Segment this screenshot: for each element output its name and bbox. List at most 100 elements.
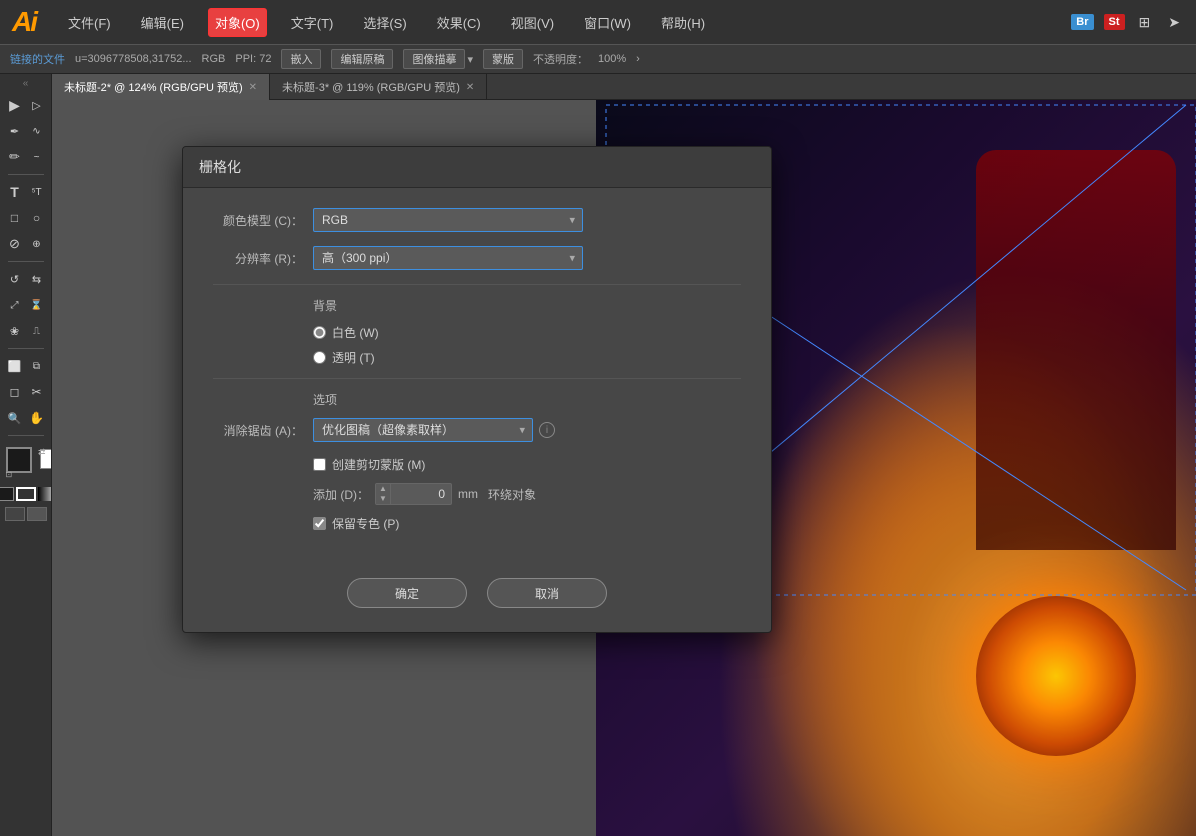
create-mask-checkbox[interactable]: [313, 458, 326, 471]
color-selector: ⇄ ⊡: [4, 445, 48, 481]
vertical-type-tool[interactable]: ⁵T: [26, 180, 48, 204]
paintbrush-tool[interactable]: ⊘: [4, 232, 26, 256]
anti-alias-select[interactable]: 无 优化文字（提示） 优化图稿（超像素取样）: [313, 418, 533, 442]
color-model-select-wrapper[interactable]: RGB CMYK 灰度: [313, 208, 583, 232]
rasterize-dialog: 栅格化 颜色模型 (C)： RGB CMYK 灰度: [182, 146, 772, 633]
unit-mm: mm: [458, 487, 478, 501]
menu-edit[interactable]: 编辑(E): [135, 9, 190, 36]
radio-transparent-row: 透明 (T): [313, 349, 741, 366]
fill-icon[interactable]: [0, 487, 14, 501]
preserve-spot-label[interactable]: 保留专色 (P): [332, 515, 399, 532]
normal-view-icon[interactable]: [5, 507, 25, 521]
color-model-row: 颜色模型 (C)： RGB CMYK 灰度: [213, 208, 741, 232]
anti-alias-select-wrapper[interactable]: 无 优化文字（提示） 优化图稿（超像素取样）: [313, 418, 533, 442]
radio-white[interactable]: [313, 326, 326, 339]
embed-button[interactable]: 嵌入: [281, 49, 321, 69]
add-label: 添加 (D)：: [313, 486, 369, 503]
mask-button[interactable]: 蒙版: [483, 49, 523, 69]
add-value-input[interactable]: [391, 485, 451, 503]
eraser-tool[interactable]: ◻: [4, 380, 26, 404]
around-object-text: 环绕对象: [488, 486, 536, 503]
menu-view[interactable]: 视图(V): [505, 9, 560, 36]
tab-2-close[interactable]: ✕: [466, 82, 474, 93]
spinner-down[interactable]: ▼: [376, 494, 390, 504]
hand-tool[interactable]: ✋: [26, 406, 48, 430]
send-icon[interactable]: ➤: [1164, 12, 1184, 33]
canvas-content: 栅格化 颜色模型 (C)： RGB CMYK 灰度: [52, 100, 1196, 836]
menu-file[interactable]: 文件(F): [62, 9, 117, 36]
info-icon[interactable]: i: [539, 422, 555, 438]
menu-effect[interactable]: 效果(C): [431, 9, 487, 36]
blob-brush-tool[interactable]: ⊕: [26, 232, 48, 256]
column-graph-tool[interactable]: ⎍: [26, 319, 48, 343]
swap-colors-icon[interactable]: ⇄: [38, 447, 46, 458]
scissors-tool[interactable]: ✂: [26, 380, 48, 404]
cancel-button[interactable]: 取消: [487, 578, 607, 608]
tab-1-close[interactable]: ✕: [249, 82, 257, 93]
confirm-button[interactable]: 确定: [347, 578, 467, 608]
type-tool[interactable]: T: [4, 180, 26, 204]
modal-overlay: 栅格化 颜色模型 (C)： RGB CMYK 灰度: [52, 126, 1196, 836]
resolution-select[interactable]: 屏幕（72 ppi） 中（150 ppi） 高（300 ppi） 其他: [313, 246, 583, 270]
ppi-text: PPI: 72: [235, 53, 271, 65]
default-colors-icon[interactable]: ⊡: [6, 470, 13, 479]
pencil-tool[interactable]: ✏: [4, 145, 26, 169]
menu-object[interactable]: 对象(O): [208, 8, 267, 37]
menu-text[interactable]: 文字(T): [285, 9, 340, 36]
canvas-area: 未标题-2* @ 124% (RGB/GPU 预览) ✕ 未标题-3* @ 11…: [52, 74, 1196, 836]
view-mode-row: [5, 507, 47, 521]
reflect-tool[interactable]: ⇆: [26, 267, 48, 291]
warp-tool[interactable]: ⌛: [26, 293, 48, 317]
resolution-row: 分辨率 (R)： 屏幕（72 ppi） 中（150 ppi） 高（300 ppi…: [213, 246, 741, 270]
tab-2[interactable]: 未标题-3* @ 119% (RGB/GPU 预览) ✕: [270, 74, 487, 100]
edit-original-button[interactable]: 编辑原稿: [331, 49, 393, 69]
color-mode-text: RGB: [202, 53, 226, 65]
slice-tool[interactable]: ⧉: [26, 354, 48, 378]
image-trace-button[interactable]: 图像描摹: [403, 49, 465, 69]
direct-selection-tool[interactable]: ▷: [26, 93, 48, 117]
tool-divider-1: [8, 174, 44, 175]
spinner-up[interactable]: ▲: [376, 484, 390, 494]
scale-tool[interactable]: ⤢: [4, 293, 26, 317]
tool-divider-3: [8, 348, 44, 349]
create-mask-label[interactable]: 创建剪切蒙版 (M): [332, 456, 425, 473]
grid-icon[interactable]: ⊞: [1135, 12, 1155, 33]
modal-footer: 确定 取消: [183, 562, 771, 632]
rectangle-tool[interactable]: □: [4, 206, 26, 230]
artboard-tool[interactable]: ⬜: [4, 354, 26, 378]
coords-text: u=3096778508,31752...: [75, 53, 192, 65]
add-row: 添加 (D)： ▲ ▼ mm: [313, 483, 741, 505]
titlebar: Ai 文件(F) 编辑(E) 对象(O) 文字(T) 选择(S) 效果(C) 视…: [0, 0, 1196, 44]
tab-1[interactable]: 未标题-2* @ 124% (RGB/GPU 预览) ✕: [52, 74, 270, 100]
menu-window[interactable]: 窗口(W): [578, 9, 637, 36]
selection-tool[interactable]: ▶: [4, 93, 26, 117]
radio-white-label[interactable]: 白色 (W): [332, 324, 379, 341]
resolution-select-wrapper[interactable]: 屏幕（72 ppi） 中（150 ppi） 高（300 ppi） 其他: [313, 246, 583, 270]
optionsbar: 链接的文件 u=3096778508,31752... RGB PPI: 72 …: [0, 44, 1196, 74]
main-layout: « ▶ ▷ ✒ ∿ ✏ ~ T ⁵T □ ○ ⊘ ⊕ ↺ ⇆: [0, 74, 1196, 836]
bridge-icon[interactable]: Br: [1071, 14, 1093, 30]
anti-alias-label: 消除锯齿 (A)：: [213, 422, 303, 439]
stock-icon[interactable]: St: [1104, 14, 1125, 30]
symbol-sprayer-tool[interactable]: ❀: [4, 319, 26, 343]
ellipse-tool[interactable]: ○: [26, 206, 48, 230]
color-model-select[interactable]: RGB CMYK 灰度: [313, 208, 583, 232]
gradient-icon[interactable]: [38, 487, 53, 501]
radio-transparent[interactable]: [313, 351, 326, 364]
resolution-label: 分辨率 (R)：: [213, 250, 303, 267]
menu-select[interactable]: 选择(S): [357, 9, 412, 36]
opacity-label: 不透明度：: [533, 51, 588, 67]
screen-mode-icon[interactable]: [27, 507, 47, 521]
rotate-tool[interactable]: ↺: [4, 267, 26, 291]
preserve-spot-checkbox[interactable]: [313, 517, 326, 530]
curvature-tool[interactable]: ∿: [26, 119, 48, 143]
stroke-icon[interactable]: [16, 487, 36, 501]
tab-1-label: 未标题-2* @ 124% (RGB/GPU 预览): [64, 79, 243, 95]
smooth-tool[interactable]: ~: [26, 145, 48, 169]
pen-tool[interactable]: ✒: [4, 119, 26, 143]
spinner-control: ▲ ▼: [375, 483, 452, 505]
zoom-tool[interactable]: 🔍: [4, 406, 26, 430]
menu-help[interactable]: 帮助(H): [655, 9, 711, 36]
modal-title-bar: 栅格化: [183, 147, 771, 188]
radio-transparent-label[interactable]: 透明 (T): [332, 349, 375, 366]
